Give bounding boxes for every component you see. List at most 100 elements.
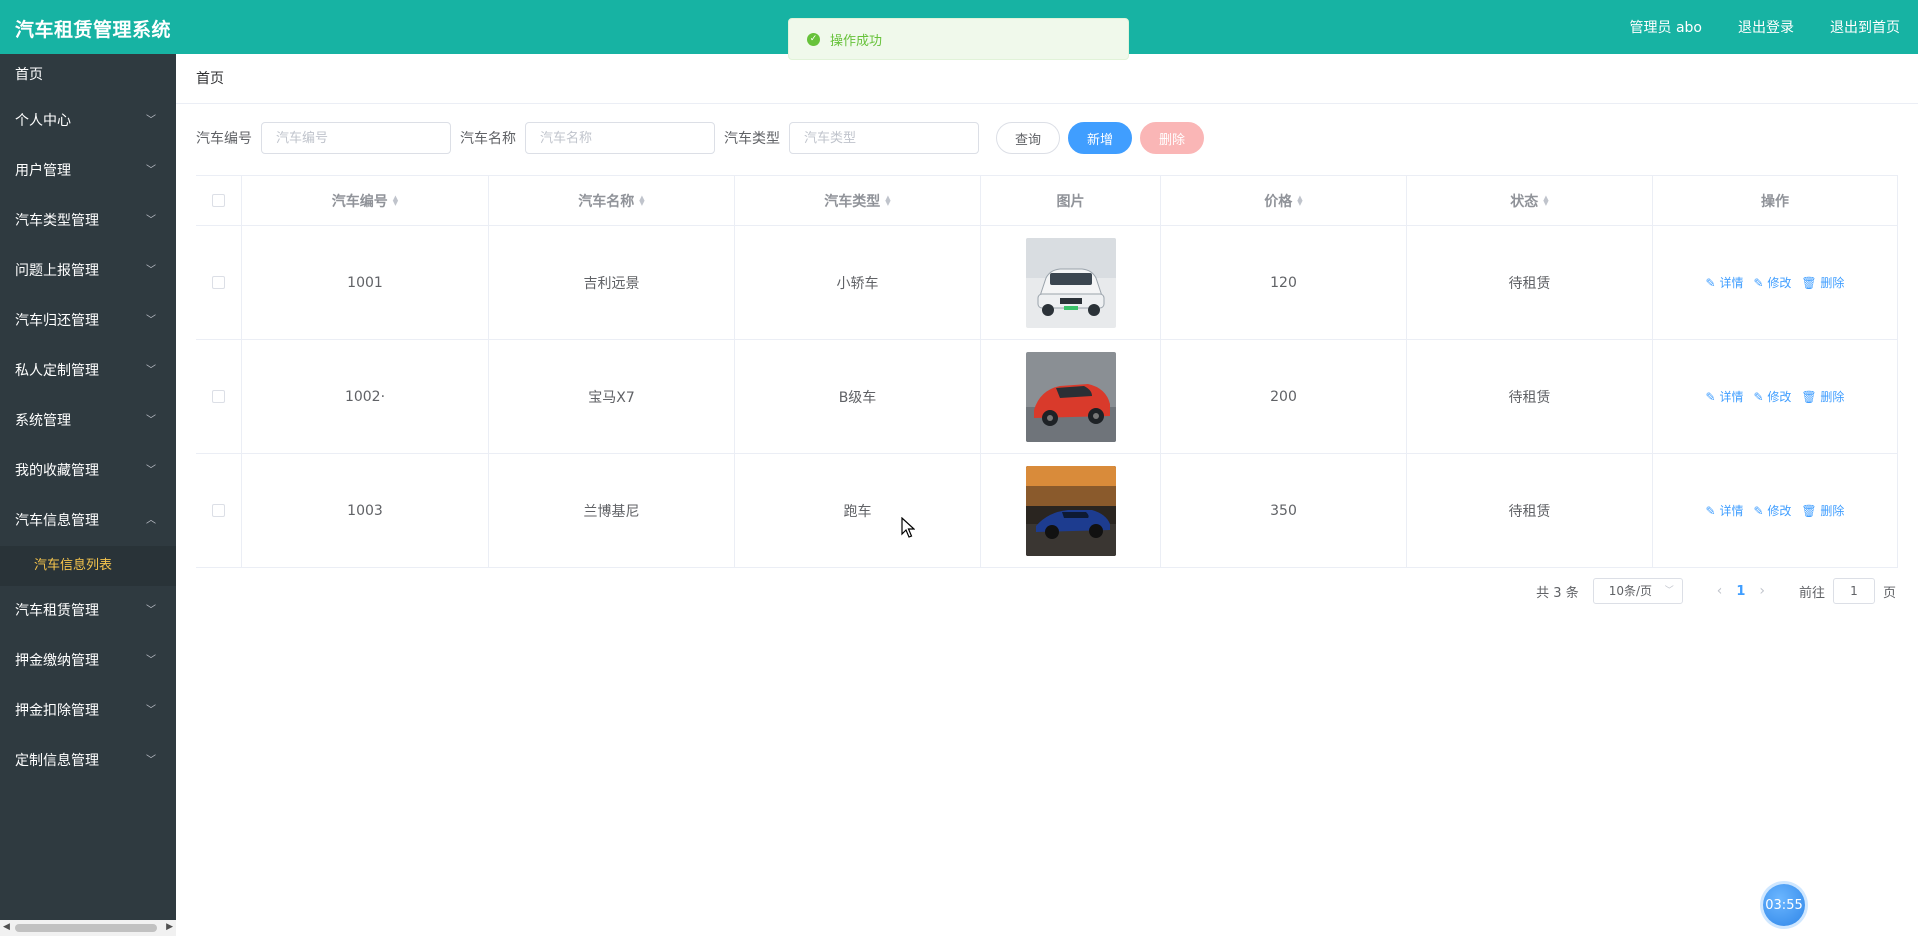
sidebar-item-car-type-management[interactable]: 汽车类型管理 ﹀ xyxy=(0,196,176,246)
sort-icon[interactable]: ▲ ▼ xyxy=(1543,194,1548,206)
car-name-label: 汽车名称 xyxy=(460,131,516,147)
logout-link[interactable]: 退出登录 xyxy=(1738,17,1794,37)
breadcrumb[interactable]: 首页 xyxy=(176,54,1918,104)
car-type-input[interactable] xyxy=(789,122,979,154)
edit-link[interactable]: ✎ 修改 xyxy=(1753,502,1791,519)
sidebar-item-personal-center[interactable]: 个人中心 ﹀ xyxy=(0,96,176,146)
row-checkbox[interactable] xyxy=(212,276,225,289)
col-header-status[interactable]: 状态 ▲ ▼ xyxy=(1407,176,1653,225)
sidebar-item-deposit-deduction-management[interactable]: 押金扣除管理 ﹀ xyxy=(0,686,176,736)
prev-page-icon[interactable]: ‹ xyxy=(1717,583,1723,599)
table-header-row: 汽车编号 ▲ ▼ 汽车名称 ▲ ▼ 汽车类型 ▲ ▼ 图片 价格 ▲ ▼ 状态 ▲ ▼ 操作 xyxy=(196,176,1898,226)
sidebar-item-home[interactable]: 首页 xyxy=(0,54,176,96)
sidebar-item-system-management[interactable]: 系统管理 ﹀ xyxy=(0,396,176,446)
header-actions: 管理员 abo 退出登录 退出到首页 xyxy=(1630,17,1900,37)
col-header-car-no[interactable]: 汽车编号 ▲ ▼ xyxy=(242,176,489,225)
chevron-down-icon: ﹀ xyxy=(146,265,156,276)
goto-page-input[interactable] xyxy=(1832,578,1875,604)
car-no-input[interactable] xyxy=(261,122,451,154)
sort-icon[interactable]: ▲ ▼ xyxy=(393,194,398,206)
chevron-down-icon: ﹀ xyxy=(146,655,156,666)
row-checkbox[interactable] xyxy=(212,390,225,403)
col-header-car-type[interactable]: 汽车类型 ▲ ▼ xyxy=(735,176,981,225)
detail-link[interactable]: ✎ 详情 xyxy=(1706,274,1744,291)
table-row: 1003 兰博基尼 跑车 350 待租赁 ✎ 详情 ✎ 修改 🗑 删除 xyxy=(196,454,1898,568)
scrollbar-thumb[interactable] xyxy=(15,924,157,932)
detail-link[interactable]: ✎ 详情 xyxy=(1706,502,1744,519)
chevron-down-icon: ﹀ xyxy=(146,705,156,716)
batch-delete-button[interactable]: 删除 xyxy=(1140,122,1205,154)
edit-pencil-icon: ✎ xyxy=(1753,504,1764,518)
next-page-icon[interactable]: › xyxy=(1759,583,1765,599)
trash-icon: 🗑 xyxy=(1801,390,1817,404)
chevron-down-icon: ﹀ xyxy=(146,465,156,476)
table-row: 1001 吉利远景 小轿车 120 待租赁 ✎ 详情 ✎ 修改 🗑 删除 xyxy=(196,226,1898,340)
cell-car-type: 小轿车 xyxy=(735,226,981,339)
car-no-label: 汽车编号 xyxy=(196,131,252,147)
delete-link[interactable]: 🗑 删除 xyxy=(1801,502,1844,519)
sidebar-item-issue-report-management[interactable]: 问题上报管理 ﹀ xyxy=(0,246,176,296)
row-checkbox[interactable] xyxy=(212,504,225,517)
car-type-label: 汽车类型 xyxy=(724,131,780,147)
col-header-price[interactable]: 价格 ▲ ▼ xyxy=(1161,176,1407,225)
car-info-table: 汽车编号 ▲ ▼ 汽车名称 ▲ ▼ 汽车类型 ▲ ▼ 图片 价格 ▲ ▼ 状态 ▲ ▼ 操作 100… xyxy=(196,175,1898,568)
sort-icon[interactable]: ▲ ▼ xyxy=(885,194,890,206)
timer-badge[interactable]: 03:55 xyxy=(1763,884,1805,926)
cell-car-name: 兰博基尼 xyxy=(489,454,735,567)
cell-status: 待租赁 xyxy=(1407,226,1653,339)
car-image-white-suv[interactable] xyxy=(1025,237,1116,328)
sidebar-item-custom-info-management[interactable]: 定制信息管理 ﹀ xyxy=(0,736,176,786)
car-name-input[interactable] xyxy=(525,122,715,154)
cell-car-no: 1001 xyxy=(242,226,489,339)
car-image-blue-supercar[interactable] xyxy=(1025,465,1116,556)
check-circle-icon: ✓ xyxy=(807,32,820,46)
delete-link[interactable]: 🗑 删除 xyxy=(1801,274,1844,291)
exit-to-home-link[interactable]: 退出到首页 xyxy=(1830,17,1900,37)
current-page-number[interactable]: 1 xyxy=(1736,584,1745,599)
cell-car-type: 跑车 xyxy=(735,454,981,567)
col-header-image: 图片 xyxy=(981,176,1161,225)
delete-link[interactable]: 🗑 删除 xyxy=(1801,388,1844,405)
col-header-car-name[interactable]: 汽车名称 ▲ ▼ xyxy=(489,176,735,225)
chevron-down-icon: ﹀ xyxy=(146,165,156,176)
chevron-down-icon: ﹀ xyxy=(146,115,156,126)
chevron-down-icon: ﹀ xyxy=(1664,586,1674,596)
car-image-red-coupe[interactable] xyxy=(1025,351,1116,442)
edit-link[interactable]: ✎ 修改 xyxy=(1753,274,1791,291)
sort-icon[interactable]: ▲ ▼ xyxy=(1297,194,1302,206)
sidebar-item-deposit-payment-management[interactable]: 押金缴纳管理 ﹀ xyxy=(0,636,176,686)
table-row: 1002· 宝马X7 B级车 200 待租赁 ✎ 详情 ✎ 修改 🗑 删除 xyxy=(196,340,1898,454)
col-header-actions: 操作 xyxy=(1653,176,1898,225)
cell-car-no: 1003 xyxy=(242,454,489,567)
edit-pencil-icon: ✎ xyxy=(1705,504,1716,518)
chevron-down-icon: ﹀ xyxy=(146,605,156,616)
scroll-left-arrow-icon[interactable]: ◀ xyxy=(3,922,10,932)
cell-car-no: 1002· xyxy=(242,340,489,453)
sidebar-subitem-car-info-list[interactable]: 汽车信息列表 xyxy=(0,546,176,586)
sidebar-horizontal-scrollbar[interactable]: ◀ ▶ xyxy=(0,920,176,936)
sort-icon[interactable]: ▲ ▼ xyxy=(639,194,644,206)
cell-car-name: 吉利远景 xyxy=(489,226,735,339)
sidebar-item-user-management[interactable]: 用户管理 ﹀ xyxy=(0,146,176,196)
add-button[interactable]: 新增 xyxy=(1068,122,1133,154)
page-unit-label: 页 xyxy=(1882,585,1896,601)
sidebar-item-car-return-management[interactable]: 汽车归还管理 ﹀ xyxy=(0,296,176,346)
cell-price: 350 xyxy=(1161,454,1407,567)
scroll-right-arrow-icon[interactable]: ▶ xyxy=(166,922,173,932)
cell-car-name: 宝马X7 xyxy=(489,340,735,453)
select-all-checkbox[interactable] xyxy=(212,194,225,207)
query-button[interactable]: 查询 xyxy=(996,122,1061,154)
edit-pencil-icon: ✎ xyxy=(1705,390,1716,404)
toast-message: 操作成功 xyxy=(830,33,883,49)
goto-label: 前往 xyxy=(1798,585,1825,601)
app-title: 汽车租赁管理系统 xyxy=(15,19,172,41)
total-count: 共 3 条 xyxy=(1536,585,1579,601)
sidebar-item-car-rental-management[interactable]: 汽车租赁管理 ﹀ xyxy=(0,586,176,636)
sidebar-item-car-info-management[interactable]: 汽车信息管理 ︿ xyxy=(0,496,176,546)
sidebar-item-custom-order-management[interactable]: 私人定制管理 ﹀ xyxy=(0,346,176,396)
edit-link[interactable]: ✎ 修改 xyxy=(1753,388,1791,405)
page-size-select[interactable]: 10条/页 ﹀ xyxy=(1592,578,1683,604)
edit-pencil-icon: ✎ xyxy=(1753,390,1764,404)
sidebar-item-favorites-management[interactable]: 我的收藏管理 ﹀ xyxy=(0,446,176,496)
detail-link[interactable]: ✎ 详情 xyxy=(1706,388,1744,405)
